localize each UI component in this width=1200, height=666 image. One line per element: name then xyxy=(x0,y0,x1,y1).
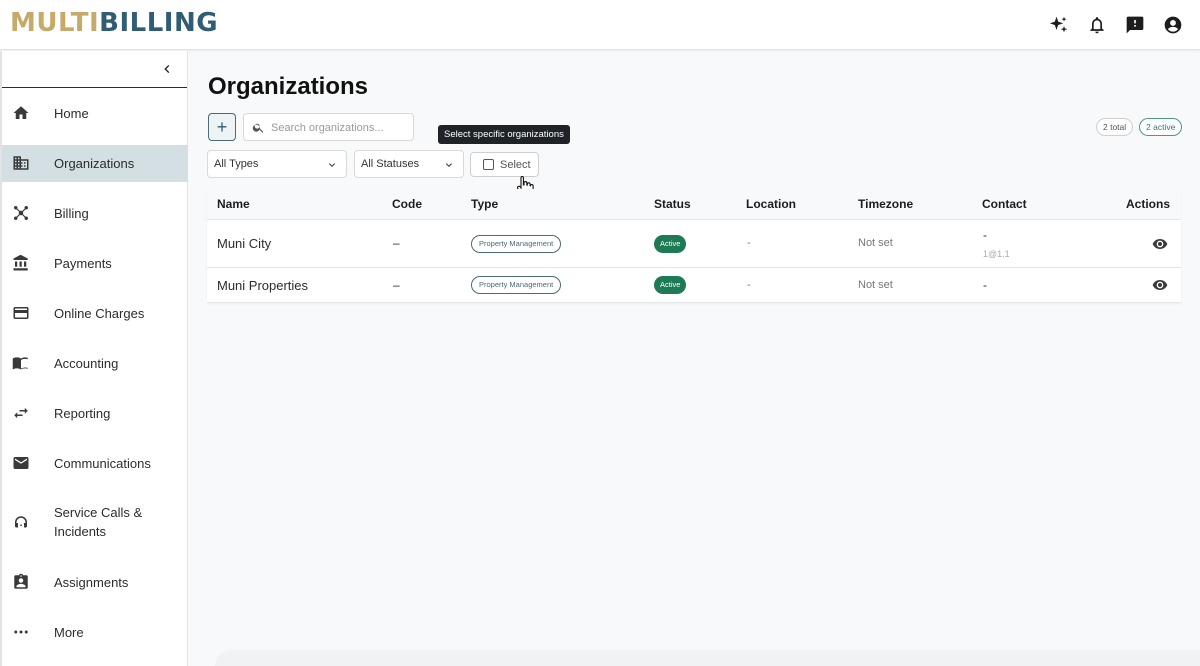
organizations-table: Name Code Type Status Location Timezone … xyxy=(207,189,1181,303)
column-header-actions: Actions xyxy=(1126,197,1171,211)
logo-text-multi: MULTI xyxy=(10,8,100,38)
search-icon xyxy=(252,123,264,133)
sidebar-item-organizations[interactable]: Organizations xyxy=(2,145,188,182)
org-name[interactable]: Muni Properties xyxy=(217,278,308,293)
column-header-name[interactable]: Name xyxy=(217,197,250,211)
main-content: Organizations + 2 total 2 active All Typ… xyxy=(189,51,1200,666)
type-badge: Property Management xyxy=(471,276,562,294)
app-logo[interactable]: MULTIBILLING xyxy=(10,8,218,38)
view-eye-icon[interactable] xyxy=(1152,236,1168,252)
sidebar-item-label: More xyxy=(54,624,84,640)
org-contact: - xyxy=(983,228,987,242)
chevron-left-icon[interactable] xyxy=(159,61,175,77)
book-icon xyxy=(12,354,30,372)
building-icon xyxy=(12,154,30,172)
swap-icon xyxy=(12,404,30,422)
org-name[interactable]: Muni City xyxy=(217,236,271,251)
top-actions xyxy=(1048,14,1184,36)
sidebar-item-service-calls[interactable]: Service Calls & Incidents xyxy=(2,503,188,543)
sidebar-item-label: Home xyxy=(54,105,89,121)
active-count-badge: 2 active xyxy=(1139,118,1183,136)
total-count-badge: 2 total xyxy=(1096,118,1134,136)
sidebar-item-online-charges[interactable]: Online Charges xyxy=(2,303,188,323)
table-row[interactable]: Muni City – Property Management Active -… xyxy=(207,220,1181,268)
select-tooltip: Select specific organizations xyxy=(438,125,570,144)
sidebar-header xyxy=(2,51,187,88)
sidebar-item-communications[interactable]: Communications xyxy=(2,453,188,473)
bell-icon[interactable] xyxy=(1086,14,1108,36)
org-timezone: Not set xyxy=(858,279,893,291)
sidebar-item-label: Online Charges xyxy=(54,305,145,321)
home-icon xyxy=(12,104,30,122)
type-filter-value: All Types xyxy=(214,158,259,170)
sidebar-item-billing[interactable]: Billing xyxy=(2,203,188,223)
view-eye-icon[interactable] xyxy=(1152,277,1168,293)
column-header-code[interactable]: Code xyxy=(392,197,422,211)
logo-text-billing: BILLING xyxy=(99,8,219,38)
column-header-timezone[interactable]: Timezone xyxy=(858,197,913,211)
credit-card-icon xyxy=(12,304,30,322)
status-badge: Active xyxy=(654,276,687,294)
column-header-status[interactable]: Status xyxy=(654,197,691,211)
status-filter-select[interactable]: All Statuses xyxy=(354,150,464,178)
search-input[interactable] xyxy=(271,118,409,137)
sidebar-item-payments[interactable]: Payments xyxy=(2,253,188,273)
status-filter-value: All Statuses xyxy=(361,158,420,170)
search-box xyxy=(243,113,414,141)
column-header-type[interactable]: Type xyxy=(471,197,498,211)
add-organization-button[interactable]: + xyxy=(208,113,236,141)
sidebar: Home Organizations Billing Payments Onli… xyxy=(0,51,188,666)
chevron-down-icon xyxy=(446,163,452,167)
type-badge: Property Management xyxy=(471,235,562,253)
sidebar-item-assignments[interactable]: Assignments xyxy=(2,572,188,592)
sidebar-item-accounting[interactable]: Accounting xyxy=(2,353,188,373)
sidebar-item-label: Communications xyxy=(54,455,151,471)
feedback-icon[interactable] xyxy=(1124,14,1146,36)
page-title: Organizations xyxy=(208,73,369,100)
sidebar-item-more[interactable]: More xyxy=(2,622,188,642)
table-header: Name Code Type Status Location Timezone … xyxy=(207,189,1181,220)
column-header-location[interactable]: Location xyxy=(746,197,796,211)
assignment-icon xyxy=(12,573,30,591)
network-icon xyxy=(12,204,30,222)
org-contact-email: 1@1.1 xyxy=(983,249,1010,259)
top-bar: MULTIBILLING xyxy=(0,0,1200,50)
more-icon xyxy=(12,623,30,641)
support-agent-icon xyxy=(12,514,30,532)
sidebar-item-label: Payments xyxy=(54,255,112,271)
sidebar-item-label: Service Calls & xyxy=(54,505,143,520)
status-badge: Active xyxy=(654,235,687,253)
sidebar-item-label: Accounting xyxy=(54,355,119,371)
type-filter-select[interactable]: All Types xyxy=(207,150,347,178)
chevron-down-icon xyxy=(329,163,335,167)
org-code: – xyxy=(393,236,400,250)
account-icon[interactable] xyxy=(1162,14,1184,36)
org-code: – xyxy=(393,278,400,292)
table-row[interactable]: Muni Properties – Property Management Ac… xyxy=(207,268,1181,303)
sidebar-item-label: Billing xyxy=(54,205,89,221)
org-timezone: Not set xyxy=(858,237,893,249)
column-header-contact[interactable]: Contact xyxy=(982,197,1027,211)
select-label: Select xyxy=(500,159,531,171)
mail-icon xyxy=(12,454,30,472)
checkbox-icon xyxy=(483,159,494,170)
bank-icon xyxy=(12,254,30,272)
sidebar-item-label: Reporting xyxy=(54,405,111,421)
org-location: - xyxy=(747,237,751,249)
sidebar-item-label-line2: Incidents xyxy=(54,524,107,539)
bottom-panel-edge xyxy=(215,650,1200,666)
org-location: - xyxy=(747,279,751,291)
select-mode-button[interactable]: Select xyxy=(470,152,539,177)
sparkle-icon[interactable] xyxy=(1048,14,1070,36)
sidebar-item-reporting[interactable]: Reporting xyxy=(2,403,188,423)
sidebar-item-label: Assignments xyxy=(54,574,129,590)
sidebar-item-home[interactable]: Home xyxy=(2,103,188,123)
sidebar-item-label: Organizations xyxy=(54,156,135,171)
org-contact: - xyxy=(983,278,987,292)
